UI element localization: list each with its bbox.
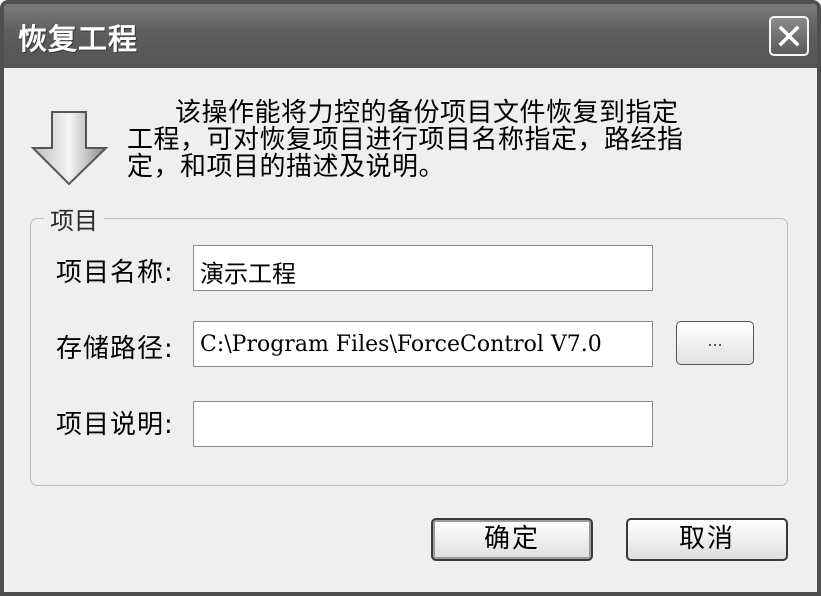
description-line-2: 工程，可对恢复项目进行项目名称指定，路经指	[127, 125, 684, 155]
storage-path-label: 存储路径:	[56, 334, 174, 364]
description-text: 该操作能将力控的备份项目文件恢复到指定 工程，可对恢复项目进行项目名称指定，路经…	[127, 100, 707, 181]
close-icon	[778, 25, 800, 47]
project-name-input[interactable]: 演示工程	[193, 245, 653, 291]
ok-button[interactable]: 确定	[431, 518, 593, 561]
window-title: 恢复工程	[18, 22, 139, 56]
project-note-input[interactable]	[193, 401, 653, 447]
project-name-label: 项目名称:	[56, 258, 174, 288]
description-line-1: 该操作能将力控的备份项目文件恢复到指定	[175, 98, 679, 128]
description-line-3: 定，和项目的描述及说明。	[127, 152, 446, 182]
down-arrow-icon	[30, 111, 109, 186]
close-button[interactable]	[769, 16, 809, 56]
storage-path-input[interactable]: C:\Program Files\ForceControl V7.0	[193, 321, 653, 367]
browse-button[interactable]: ...	[676, 321, 754, 365]
project-group-legend: 项目	[44, 201, 104, 236]
title-bar[interactable]: 恢复工程	[4, 4, 817, 68]
cancel-button[interactable]: 取消	[626, 518, 788, 561]
project-note-label: 项目说明:	[56, 410, 174, 440]
